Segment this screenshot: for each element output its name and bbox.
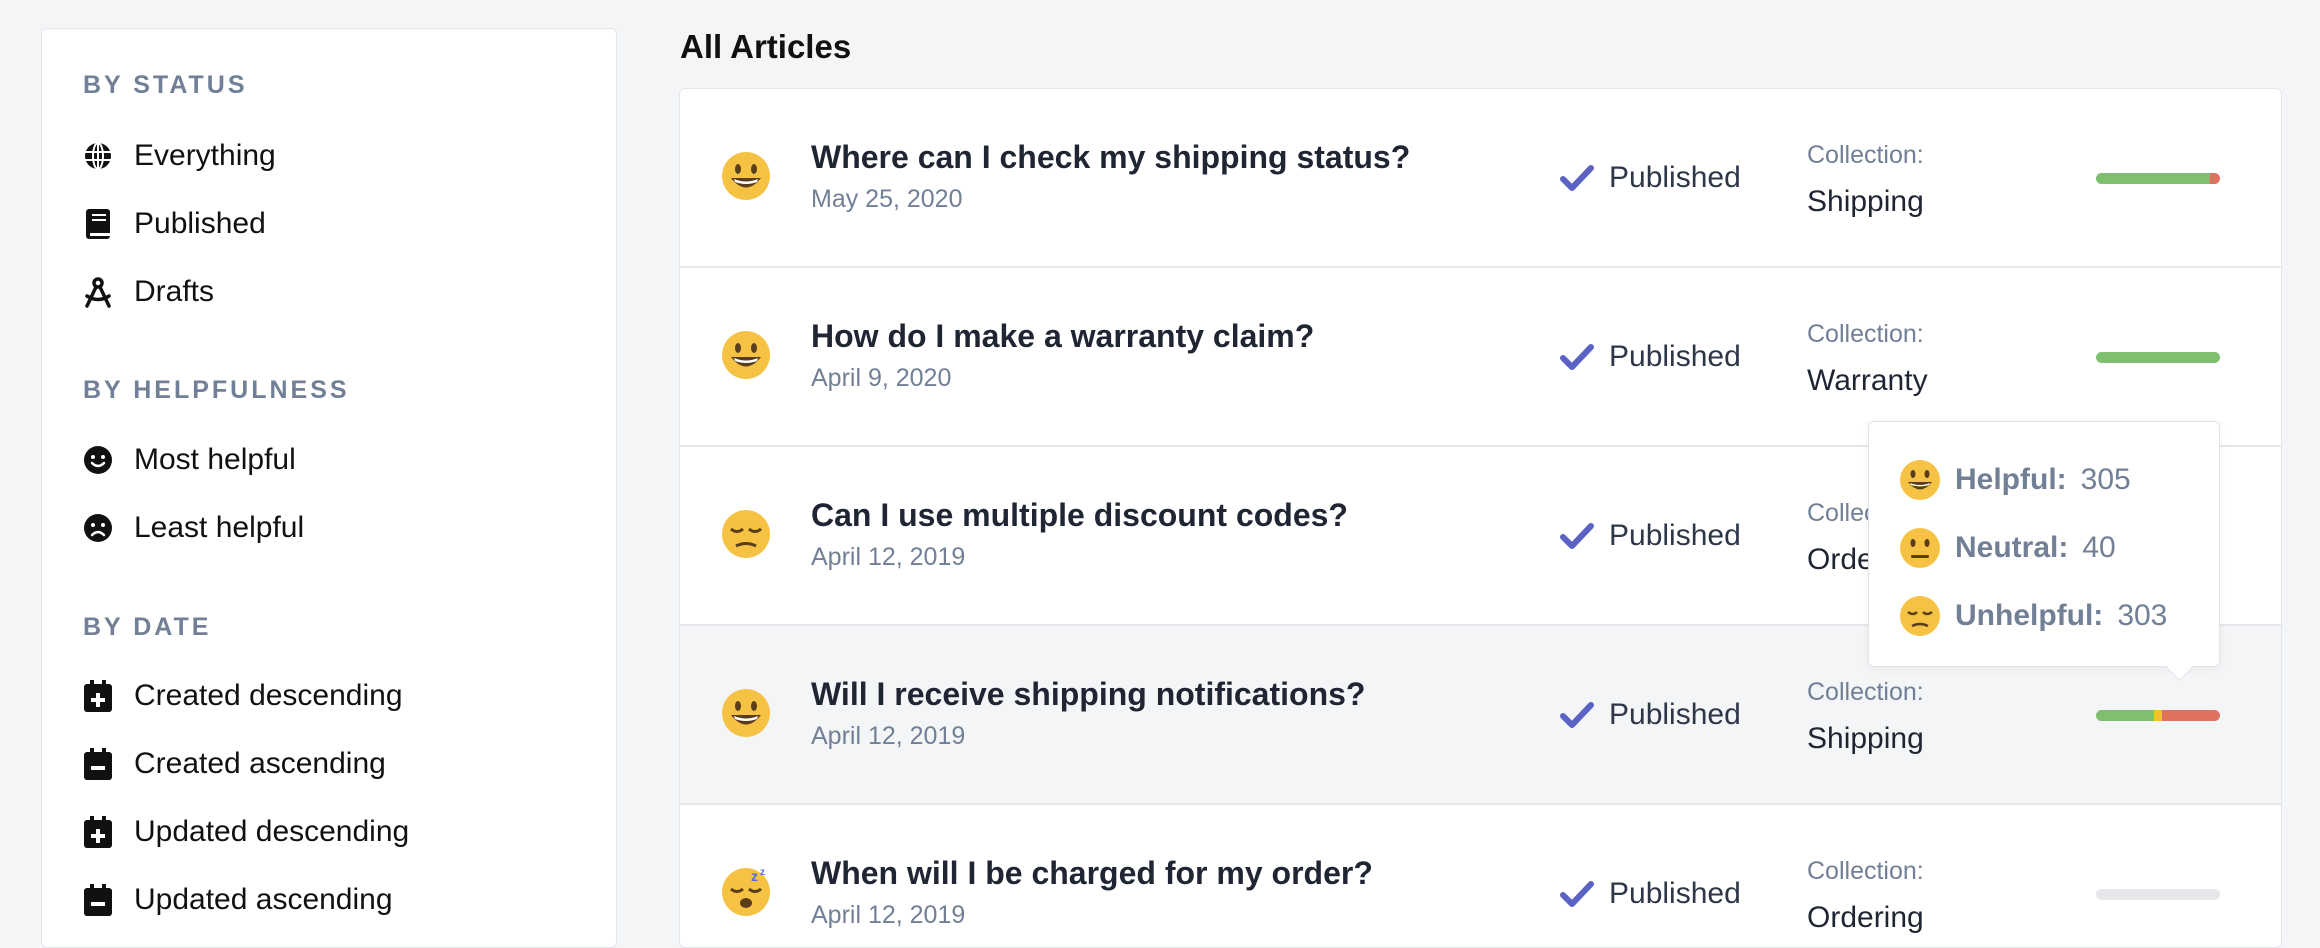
globe-icon [80,138,116,174]
drafting-compass-icon [80,274,116,310]
status-label: Published [1609,698,1741,731]
article-date: April 12, 2019 [811,543,966,571]
status-badge: Published [1560,519,1741,553]
sidebar-item-updated-descending[interactable]: Updated descending [80,812,580,852]
article-date: May 25, 2020 [811,185,963,213]
status-badge: Published [1560,877,1741,911]
sidebar-item-updated-ascending[interactable]: Updated ascending [80,880,580,920]
sidebar-item-label: Updated descending [134,815,410,848]
helpfulness-bar[interactable] [2096,889,2220,900]
pensive-emoji-icon [722,510,770,558]
article-row[interactable]: zz When will I be charged for my order? … [680,805,2281,947]
article-title[interactable]: When will I be charged for my order? [811,855,1373,892]
sidebar-item-label: Drafts [134,275,215,308]
tooltip-value: 305 [2080,463,2131,496]
grinning-emoji-icon [722,331,770,379]
collection-name[interactable]: Warranty [1807,364,1928,398]
checkmark-icon [1560,165,1594,191]
helpfulness-tooltip: Helpful: 305 Neutral: 40 Unhelpful: 303 [1868,421,2220,681]
svg-text:z: z [760,867,765,878]
article-row[interactable]: Where can I check my shipping status? Ma… [680,89,2281,268]
sidebar-item-published[interactable]: Published [80,204,580,244]
collection-name[interactable]: Orde [1807,543,1874,577]
bar-segment-unhelpful [2162,710,2220,721]
sidebar-item-least-helpful[interactable]: Least helpful [80,508,580,548]
article-date: April 9, 2020 [811,364,952,392]
sidebar-item-label: Everything [134,139,276,172]
helpfulness-bar[interactable] [2096,352,2220,363]
article-title[interactable]: Will I receive shipping notifications? [811,676,1365,713]
tooltip-value: 40 [2082,531,2116,564]
collection-label: Collection: [1807,320,1924,348]
collection-name[interactable]: Ordering [1807,901,1924,935]
article-title[interactable]: Can I use multiple discount codes? [811,497,1348,534]
collection-label: Collection: [1807,857,1924,885]
pensive-emoji-icon [1900,596,1940,636]
section-title-date: BY DATE [83,613,212,641]
checkmark-icon [1560,344,1594,370]
article-title[interactable]: How do I make a warranty claim? [811,318,1314,355]
sidebar-item-created-ascending[interactable]: Created ascending [80,744,580,784]
smile-icon [80,442,116,478]
checkmark-icon [1560,881,1594,907]
status-badge: Published [1560,340,1741,374]
tooltip-row-helpful: Helpful: 305 [1899,457,2131,503]
article-date: April 12, 2019 [811,722,966,750]
calendar-minus-icon [80,746,116,782]
status-label: Published [1609,519,1741,552]
bar-segment-unhelpful [2210,173,2220,184]
helpfulness-bar[interactable] [2096,173,2220,184]
section-title-status: BY STATUS [83,71,248,99]
sidebar-item-everything[interactable]: Everything [80,136,580,176]
status-label: Published [1609,340,1741,373]
grinning-emoji-icon [722,152,770,200]
collection-label: Collection: [1807,141,1924,169]
status-label: Published [1609,161,1741,194]
article-date: April 12, 2019 [811,901,966,929]
sidebar-item-most-helpful[interactable]: Most helpful [80,440,580,480]
article-title[interactable]: Where can I check my shipping status? [811,139,1410,176]
tooltip-value: 303 [2117,599,2168,632]
sidebar-item-label: Published [134,207,266,240]
sidebar-item-label: Created descending [134,679,403,712]
status-label: Published [1609,877,1741,910]
svg-text:z: z [751,868,758,884]
frown-icon [80,510,116,546]
calendar-minus-icon [80,882,116,918]
status-badge: Published [1560,698,1741,732]
checkmark-icon [1560,523,1594,549]
status-badge: Published [1560,161,1741,195]
tooltip-row-neutral: Neutral: 40 [1899,525,2116,571]
bar-segment-helpful [2096,173,2211,184]
collection-name[interactable]: Shipping [1807,185,1924,219]
sidebar-item-label: Least helpful [134,511,305,544]
collection-name[interactable]: Shipping [1807,722,1924,756]
sidebar-item-label: Updated ascending [134,883,393,916]
grinning-emoji-icon [722,689,770,737]
sidebar-item-label: Created ascending [134,747,386,780]
filter-sidebar: BY STATUS Everything Published Drafts BY… [41,28,617,948]
tooltip-row-unhelpful: Unhelpful: 303 [1899,593,2167,639]
grinning-emoji-icon [1900,460,1940,500]
bar-segment-helpful [2096,352,2220,363]
calendar-plus-icon [80,814,116,850]
tooltip-label: Unhelpful: [1955,599,2104,632]
helpfulness-bar[interactable] [2096,710,2220,721]
neutral-emoji-icon [1900,528,1940,568]
bar-segment-helpful [2096,710,2155,721]
tooltip-label: Neutral: [1955,531,2069,564]
sleeping-emoji-icon: zz [722,867,770,916]
checkmark-icon [1560,702,1594,728]
page-title: All Articles [680,28,852,65]
tooltip-label: Helpful: [1955,463,2067,496]
calendar-plus-icon [80,678,116,714]
sidebar-item-created-descending[interactable]: Created descending [80,676,580,716]
collection-label: Collection: [1807,678,1924,706]
sidebar-item-drafts[interactable]: Drafts [80,272,580,312]
sidebar-item-label: Most helpful [134,443,296,476]
book-icon [80,206,116,242]
section-title-helpfulness: BY HELPFULNESS [83,376,350,404]
bar-segment-neutral [2154,710,2162,721]
